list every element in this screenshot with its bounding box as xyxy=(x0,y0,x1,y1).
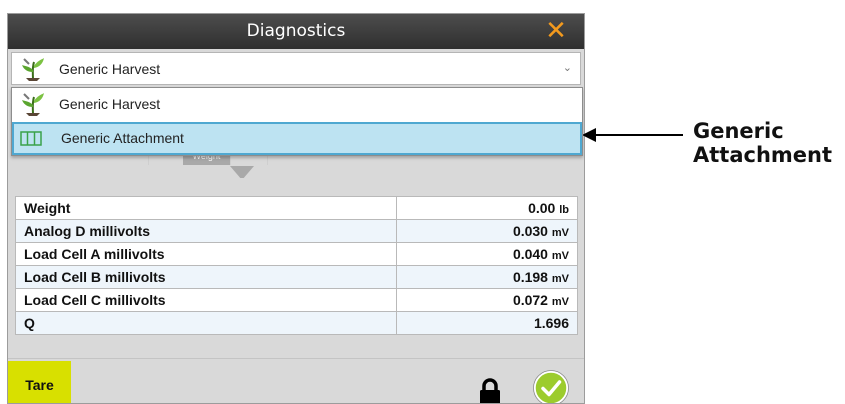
dropdown-option-generic-attachment[interactable]: Generic Attachment xyxy=(12,122,582,155)
chevron-down-icon[interactable]: ⌄ xyxy=(563,61,572,74)
metric-value-cell: 0.030 mV xyxy=(396,219,578,243)
profile-dropdown-list: Generic Harvest Generic Attachment xyxy=(11,87,583,156)
metric-label: Q xyxy=(15,311,397,335)
metric-unit: mV xyxy=(551,273,569,285)
callout-text: Generic Attachment xyxy=(693,119,832,167)
metric-value: 0.00 xyxy=(528,200,556,216)
harvest-plant-icon xyxy=(22,93,44,116)
callout-line xyxy=(594,134,683,136)
title-bar: Diagnostics ✕ xyxy=(8,14,584,49)
harvest-plant-icon xyxy=(22,58,44,81)
dropdown-option-label: Generic Attachment xyxy=(61,130,184,146)
table-row: Q 1.696 xyxy=(15,311,578,335)
close-icon[interactable]: ✕ xyxy=(544,18,568,44)
metric-value: 0.040 xyxy=(512,246,548,262)
lock-icon[interactable] xyxy=(478,377,502,404)
checkmark-circle-icon[interactable] xyxy=(533,370,569,404)
metrics-table: Weight 0.00 lb Analog D millivolts 0.030… xyxy=(15,196,578,335)
metrics-panel: Weight 0.00 lb Analog D millivolts 0.030… xyxy=(8,178,584,358)
diagnostics-dialog: Diagnostics ✕ Generic Harvest ⌄ Generic … xyxy=(7,13,585,404)
attachment-book-icon xyxy=(20,131,42,146)
tare-button[interactable]: Tare xyxy=(8,361,71,403)
table-row: Load Cell A millivolts 0.040 mV xyxy=(15,242,578,266)
table-row: Analog D millivolts 0.030 mV xyxy=(15,219,578,243)
metric-unit: mV xyxy=(551,227,569,239)
metric-value: 1.696 xyxy=(533,315,569,331)
metric-label: Load Cell A millivolts xyxy=(15,242,397,266)
table-row: Load Cell B millivolts 0.198 mV xyxy=(15,265,578,289)
metric-label: Load Cell C millivolts xyxy=(15,288,397,312)
table-row: Weight 0.00 lb xyxy=(15,196,578,220)
metric-value: 0.198 xyxy=(512,269,548,285)
callout-text-line1: Generic xyxy=(693,119,784,143)
metric-value: 0.072 xyxy=(512,292,548,308)
metric-label: Analog D millivolts xyxy=(15,219,397,243)
table-row: Load Cell C millivolts 0.072 mV xyxy=(15,288,578,312)
metric-label: Weight xyxy=(15,196,397,220)
footer-bar: Tare xyxy=(8,358,584,404)
metric-unit: mV xyxy=(551,250,569,262)
profile-select[interactable]: Generic Harvest ⌄ xyxy=(11,52,581,85)
metric-unit: mV xyxy=(551,296,569,308)
metric-value-cell: 0.00 lb xyxy=(396,196,578,220)
metric-value-cell: 0.040 mV xyxy=(396,242,578,266)
dropdown-option-generic-harvest[interactable]: Generic Harvest xyxy=(12,88,582,121)
metric-value-cell: 1.696 xyxy=(396,311,578,335)
metric-value: 0.030 xyxy=(512,223,548,239)
dropdown-option-label: Generic Harvest xyxy=(59,96,161,112)
metric-value-cell: 0.072 mV xyxy=(396,288,578,312)
selected-profile-label: Generic Harvest xyxy=(59,61,161,77)
callout-text-line2: Attachment xyxy=(693,143,833,167)
metric-unit: lb xyxy=(559,204,569,216)
metric-label: Load Cell B millivolts xyxy=(15,265,397,289)
metric-value-cell: 0.198 mV xyxy=(396,265,578,289)
dialog-title: Diagnostics xyxy=(246,21,346,41)
callout-annotation: Generic Attachment xyxy=(580,116,845,172)
